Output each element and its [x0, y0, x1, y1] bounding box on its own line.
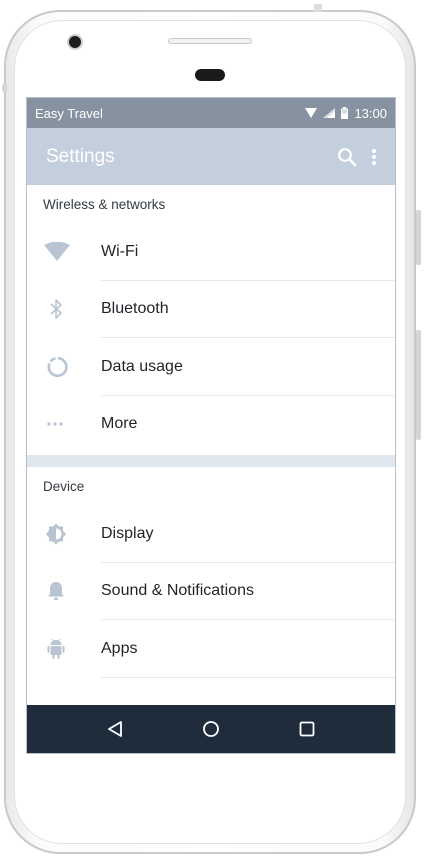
clock: 13:00: [354, 105, 387, 121]
settings-item-label: Data usage: [101, 357, 183, 375]
settings-item-label: Bluetooth: [101, 300, 169, 318]
cell-signal-icon: [323, 108, 336, 118]
brightness-icon: [46, 523, 66, 545]
screen: Easy Travel 13:00 Settings Wireless & ne…: [26, 97, 396, 754]
power-button: [416, 330, 421, 440]
home-icon: [203, 721, 219, 737]
wifi-signal-icon: [305, 108, 318, 118]
settings-item-label: Apps: [101, 639, 138, 657]
front-camera: [67, 34, 83, 50]
more-vert-icon[interactable]: [371, 148, 377, 166]
back-button[interactable]: [95, 709, 135, 749]
settings-item-more[interactable]: More: [27, 396, 395, 454]
data-usage-icon: [47, 356, 68, 377]
row-divider: [101, 676, 395, 678]
carrier-label: Easy Travel: [35, 105, 103, 121]
settings-item-label: Sound & Notifications: [101, 582, 254, 600]
volume-button: [416, 210, 421, 265]
section-header-device: Device: [43, 478, 85, 494]
recents-button[interactable]: [287, 709, 327, 749]
recents-icon: [299, 721, 315, 737]
status-bar: Easy Travel 13:00: [27, 98, 395, 128]
settings-list: Wireless & networks Wi-Fi Bluetooth Data…: [27, 185, 395, 705]
settings-item-data-usage[interactable]: Data usage: [27, 338, 395, 396]
settings-item-apps[interactable]: Apps: [27, 620, 395, 678]
search-icon[interactable]: [337, 147, 357, 167]
phone-top-marker: [314, 4, 322, 12]
settings-item-label: More: [101, 415, 138, 433]
section-separator: [27, 455, 395, 467]
page-title: Settings: [46, 145, 115, 167]
app-bar: Settings: [27, 128, 395, 185]
settings-item-label: Display: [101, 524, 154, 542]
android-icon: [47, 638, 65, 659]
settings-item-bluetooth[interactable]: Bluetooth: [27, 281, 395, 338]
earpiece-speaker: [168, 38, 252, 44]
settings-item-label: Wi-Fi: [101, 242, 139, 260]
settings-item-sound[interactable]: Sound & Notifications: [27, 563, 395, 620]
back-icon: [108, 721, 122, 737]
wifi-icon: [44, 241, 70, 261]
settings-item-display[interactable]: Display: [27, 505, 395, 563]
section-header-wireless: Wireless & networks: [43, 196, 166, 212]
bluetooth-icon: [50, 299, 62, 320]
settings-item-wifi[interactable]: Wi-Fi: [27, 223, 395, 281]
proximity-sensor: [195, 69, 225, 81]
more-horiz-icon: [47, 422, 63, 426]
battery-icon: [341, 107, 349, 119]
left-edge-marker: [2, 84, 7, 92]
navigation-bar: [27, 705, 395, 753]
bell-icon: [48, 582, 64, 601]
home-button[interactable]: [191, 709, 231, 749]
